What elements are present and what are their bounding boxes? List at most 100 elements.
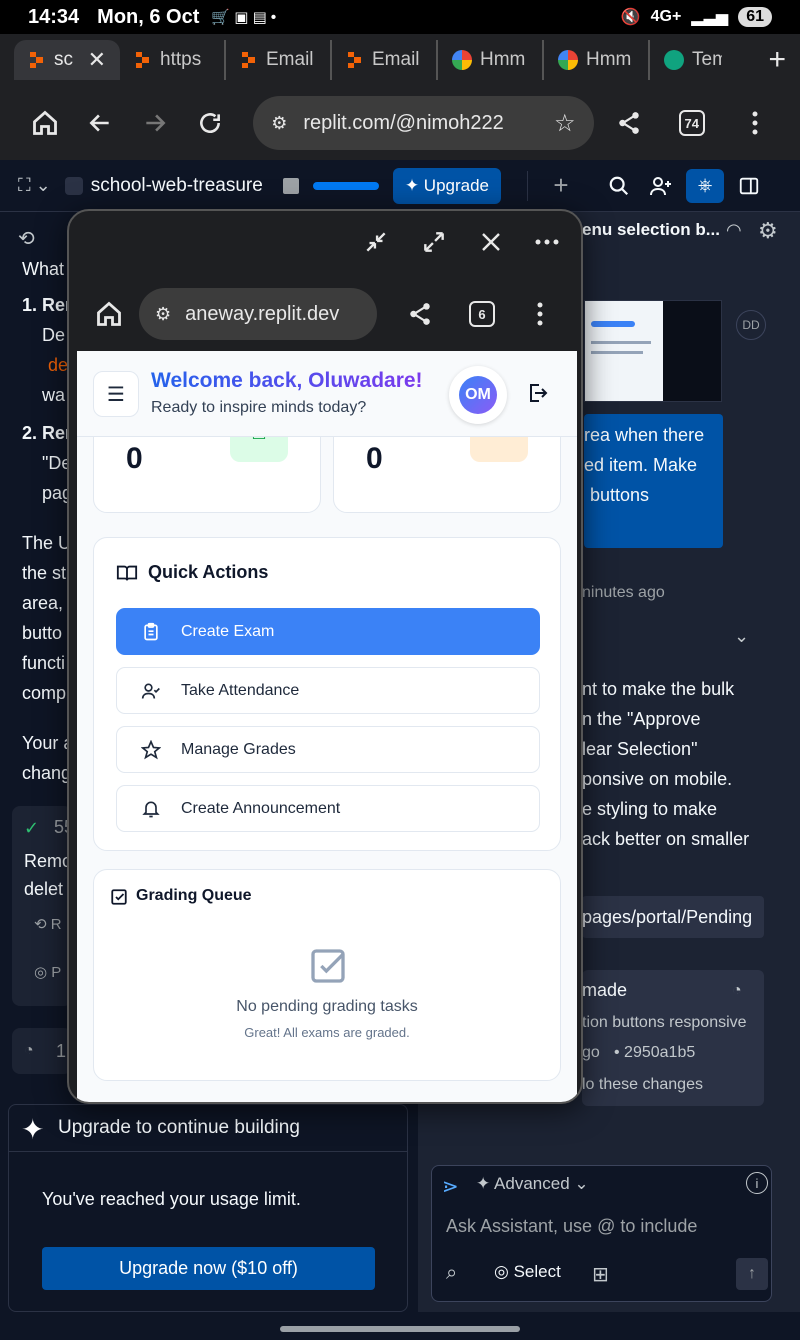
home-icon[interactable] (95, 300, 123, 328)
quick-actions-card: Quick Actions Create Exam Take Attendanc… (93, 537, 561, 851)
manage-grades-button[interactable]: Manage Grades (116, 726, 540, 773)
send-button[interactable]: ↑ (736, 1258, 768, 1290)
divider (9, 1151, 407, 1152)
replit-menu-icon[interactable]: ⛶ ⌄ (18, 175, 51, 196)
share-icon[interactable] (407, 301, 433, 327)
chevron-down-icon[interactable]: ⌄ (734, 626, 749, 647)
rollback-button[interactable]: ⟲ R (34, 910, 62, 940)
maximize-icon[interactable] (421, 229, 447, 255)
panel-toggle-icon[interactable] (734, 171, 764, 201)
attach-icon[interactable]: ⌕ (446, 1262, 457, 1285)
create-exam-button[interactable]: Create Exam (116, 608, 540, 655)
tab-label: Email (372, 49, 420, 70)
upgrade-now-button[interactable]: Upgrade now ($10 off) (42, 1247, 375, 1290)
bookmark-star-icon[interactable]: ☆ (554, 109, 576, 138)
tab-switcher-button[interactable]: 6 (469, 301, 495, 327)
browser-tab[interactable]: https (120, 40, 226, 80)
settings-gear-icon[interactable]: ⚙ (758, 218, 778, 244)
status-card: ◔ 1 (12, 1028, 72, 1074)
logout-icon[interactable] (525, 381, 549, 405)
commit-hash[interactable]: • 2950a1b5 (614, 1044, 695, 1062)
more-menu-icon[interactable] (739, 107, 770, 139)
popup-toolbar: ⚙ aneway.replit.dev 6 (69, 281, 581, 347)
tab-switcher-button[interactable]: 74 (676, 107, 707, 139)
upgrade-button[interactable]: ✦ Upgrade (392, 167, 502, 204)
create-announcement-button[interactable]: Create Announcement (116, 785, 540, 832)
message-time: ninutes ago (582, 584, 665, 601)
info-icon[interactable]: i (746, 1172, 768, 1194)
bell-icon (141, 799, 161, 819)
home-icon[interactable] (30, 107, 61, 139)
new-folder-icon[interactable]: ⊞ (592, 1262, 609, 1287)
tab-label: Hmm (586, 49, 632, 70)
more-menu-icon[interactable] (537, 302, 543, 326)
site-settings-icon[interactable]: ⚙ (271, 113, 287, 134)
tab-label: sch (54, 49, 74, 70)
assistant-logo-icon: ⋗ (442, 1176, 459, 1198)
popup-address-bar[interactable]: ⚙ aneway.replit.dev (139, 288, 377, 340)
site-settings-icon[interactable]: ⚙ (155, 304, 171, 325)
chat-text: wa (42, 385, 66, 405)
undo-changes-link[interactable]: lo these changes (582, 1076, 703, 1094)
stat-value: 0 (126, 442, 143, 475)
forward-icon[interactable] (140, 107, 171, 139)
speed-icon[interactable]: ◠ (726, 220, 742, 241)
stop-icon[interactable] (282, 177, 299, 194)
address-bar[interactable]: ⚙ replit.com/@nimoh222 ☆ (253, 96, 594, 150)
action-label: Manage Grades (181, 740, 296, 758)
close-window-icon[interactable] (479, 230, 503, 254)
browser-tab[interactable]: Tem (650, 40, 722, 80)
grading-queue-title: Grading Queue (136, 887, 252, 904)
user-message-bubble: rea when there ed item. Make buttons (584, 414, 723, 548)
browser-tab-strip: sch ✕ https Email Email Hmm Hmm Tem + (0, 34, 800, 86)
chat-input[interactable]: Ask Assistant, use @ to include (446, 1216, 697, 1237)
mode-label: Advanced (494, 1174, 570, 1193)
gesture-home-bar[interactable] (280, 1326, 520, 1332)
mode-selector[interactable]: ✦ Advanced ⌄ (476, 1174, 589, 1194)
google-icon (452, 50, 472, 70)
select-label: Select (513, 1262, 561, 1281)
deploy-icon[interactable]: ⎈ (686, 168, 725, 203)
gauge-icon: ◔ (24, 1042, 34, 1059)
stat-value: 0 (366, 442, 383, 475)
action-label: Take Attendance (181, 681, 300, 699)
tab-label: Tem (692, 49, 722, 70)
response-text: ponsive on mobile. (582, 769, 733, 789)
project-selector[interactable]: school-web-treasure (64, 175, 263, 197)
select-element-button[interactable]: ◎ Select (494, 1262, 561, 1282)
chat-text: De (42, 325, 66, 345)
action-label: Create Announcement (181, 799, 341, 817)
user-avatar[interactable]: OM (449, 366, 507, 424)
usage-limit-message: You've reached your usage limit. (42, 1189, 301, 1209)
share-icon[interactable] (614, 107, 645, 139)
browser-tab[interactable]: Email (332, 40, 438, 80)
file-path-chip[interactable]: pages/portal/Pending (582, 896, 764, 938)
history-icon[interactable]: ⟲ (18, 226, 35, 251)
browser-tab[interactable]: Hmm (544, 40, 650, 80)
search-icon[interactable] (604, 171, 634, 201)
browser-tab[interactable]: Email (226, 40, 332, 80)
new-tab-icon[interactable]: + (768, 43, 786, 77)
panel-title: enu selection b... (582, 220, 720, 239)
school-web-app: ▣ 0 ▭ 0 ☰ Welcome back, Oluwadare! Ready… (77, 351, 577, 1102)
take-attendance-button[interactable]: Take Attendance (116, 667, 540, 714)
browser-tab[interactable]: Hmm (438, 40, 544, 80)
window-menu-icon[interactable] (535, 239, 559, 245)
welcome-heading: Welcome back, Oluwadare! (151, 369, 423, 392)
chat-text: Remo (24, 851, 73, 871)
invite-user-icon[interactable] (646, 171, 676, 201)
message-text: rea when there (584, 425, 705, 445)
chat-input-box: ⋗ ✦ Advanced ⌄ i Ask Assistant, use @ to… (431, 1165, 772, 1302)
minimize-icon[interactable] (363, 229, 389, 255)
back-icon[interactable] (85, 107, 116, 139)
reload-icon[interactable] (194, 107, 225, 139)
add-tab-icon[interactable]: + (546, 170, 576, 201)
sparkle-icon: ✦ (21, 1114, 45, 1145)
hamburger-menu-icon[interactable]: ☰ (93, 371, 139, 417)
screenshot-thumbnail[interactable] (584, 300, 722, 402)
chat-text: What (22, 259, 65, 279)
preview-button[interactable]: ◎ P (34, 958, 61, 988)
close-tab-icon[interactable]: ✕ (88, 47, 106, 73)
replit-icon (136, 52, 149, 68)
browser-tab-active[interactable]: sch ✕ (14, 40, 120, 80)
